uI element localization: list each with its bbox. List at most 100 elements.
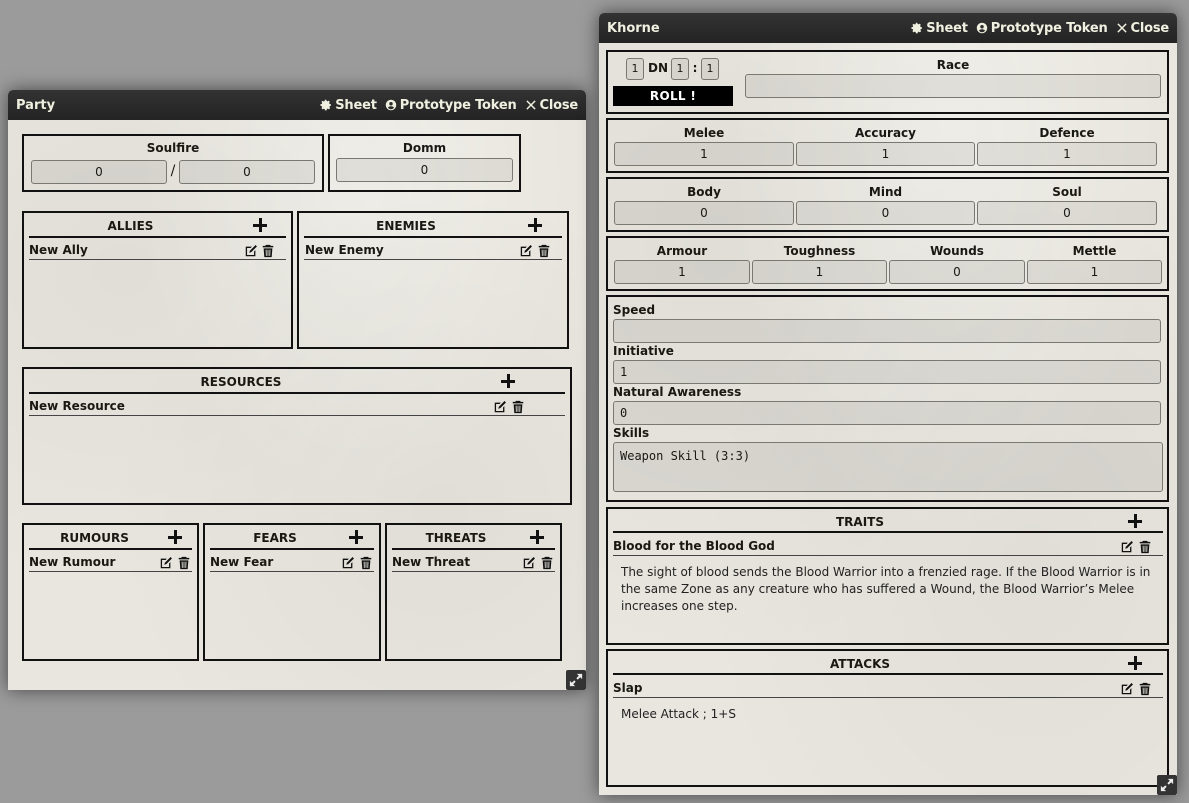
edit-trait-icon[interactable]	[1120, 539, 1134, 553]
edit-enemy-icon[interactable]	[519, 243, 533, 257]
wounds-label: Wounds	[930, 244, 984, 258]
edit-ally-icon[interactable]	[244, 243, 258, 257]
mind-input[interactable]: 0	[796, 201, 975, 225]
dice-count-input[interactable]: 1	[626, 58, 644, 80]
rumour-item-name[interactable]: New Rumour	[29, 555, 115, 569]
allies-title: ALLIES	[107, 219, 154, 233]
natural-awareness-input[interactable]: 0	[613, 401, 1161, 425]
skills-textarea[interactable]: Weapon Skill (3:3)	[613, 442, 1163, 492]
delete-fear-trash-icon[interactable]	[359, 555, 373, 569]
prototype-token-button[interactable]: Prototype Token	[976, 21, 1108, 36]
trait-description: The sight of blood sends the Blood Warri…	[621, 565, 1151, 613]
melee-label: Melee	[683, 126, 725, 140]
fear-item-name[interactable]: New Fear	[210, 555, 273, 569]
edit-fear-icon[interactable]	[341, 555, 355, 569]
enemy-item-name[interactable]: New Enemy	[305, 243, 384, 257]
close-button[interactable]: Close	[1116, 21, 1169, 36]
resource-row-line	[29, 415, 565, 416]
toughness-input[interactable]: 1	[752, 260, 887, 284]
wounds-input[interactable]: 0	[889, 260, 1025, 284]
sheet-button[interactable]: Sheet	[911, 21, 968, 36]
race-input[interactable]	[745, 74, 1161, 98]
delete-resource-trash-icon[interactable]	[511, 399, 525, 413]
delete-rumour-trash-icon[interactable]	[177, 555, 191, 569]
armour-input[interactable]: 1	[614, 260, 750, 284]
attack-item-name[interactable]: Slap	[613, 681, 642, 695]
dn-a-input[interactable]: 1	[671, 58, 689, 80]
trait-row-line	[613, 555, 1163, 556]
accuracy-input[interactable]: 1	[796, 142, 975, 166]
dn-colon: :	[692, 61, 698, 75]
fear-row-line	[210, 571, 374, 572]
close-label: Close	[539, 97, 579, 113]
accuracy-label: Accuracy	[854, 126, 916, 140]
edit-attack-icon[interactable]	[1120, 681, 1134, 695]
sheet-button[interactable]: Sheet	[320, 98, 377, 113]
prototype-token-label: Prototype Token	[399, 97, 517, 113]
trait-item-name[interactable]: Blood for the Blood God	[613, 539, 775, 553]
domm-input[interactable]: 0	[336, 158, 513, 182]
mind-label: Mind	[868, 185, 903, 199]
window-title: Khorne	[607, 20, 660, 36]
initiative-input[interactable]: 1	[613, 360, 1161, 384]
resource-item-name[interactable]: New Resource	[29, 399, 125, 413]
resize-icon	[1160, 778, 1174, 792]
close-button[interactable]: Close	[525, 98, 578, 113]
dn-b-input[interactable]: 1	[701, 58, 719, 80]
attack-row-line	[613, 697, 1163, 698]
add-enemy-plus-icon[interactable]	[528, 218, 542, 232]
rumour-row-line	[29, 571, 192, 572]
add-threat-plus-icon[interactable]	[530, 530, 544, 544]
mettle-input[interactable]: 1	[1027, 260, 1162, 284]
add-resource-plus-icon[interactable]	[501, 374, 515, 388]
traits-title: TRAITS	[835, 515, 884, 529]
roll-button[interactable]: ROLL !	[613, 86, 733, 106]
soulfire-current-input[interactable]: 0	[31, 160, 167, 184]
resize-handle[interactable]	[1157, 775, 1177, 795]
soulfire-label: Soulfire	[146, 141, 200, 155]
add-ally-plus-icon[interactable]	[253, 218, 267, 232]
delete-threat-trash-icon[interactable]	[540, 555, 554, 569]
rumours-divider	[29, 548, 192, 550]
add-rumour-plus-icon[interactable]	[168, 530, 182, 544]
prototype-token-label: Prototype Token	[990, 20, 1108, 36]
race-label: Race	[936, 58, 970, 72]
delete-ally-trash-icon[interactable]	[261, 243, 275, 257]
edit-resource-icon[interactable]	[493, 399, 507, 413]
soulfire-separator: /	[170, 163, 176, 179]
close-icon	[525, 99, 537, 111]
ally-item-name[interactable]: New Ally	[29, 243, 88, 257]
natural-awareness-label: Natural Awareness	[613, 385, 742, 399]
delete-attack-trash-icon[interactable]	[1138, 681, 1152, 695]
body-input[interactable]: 0	[614, 201, 794, 225]
defence-input[interactable]: 1	[977, 142, 1157, 166]
resources-divider	[29, 392, 565, 394]
close-icon	[1116, 22, 1128, 34]
speed-input[interactable]	[613, 319, 1161, 343]
edit-rumour-icon[interactable]	[159, 555, 173, 569]
gear-icon	[911, 22, 923, 34]
delete-enemy-trash-icon[interactable]	[537, 243, 551, 257]
add-trait-plus-icon[interactable]	[1128, 514, 1142, 528]
fears-title: FEARS	[253, 531, 297, 545]
domm-label: Domm	[402, 141, 447, 155]
user-circle-icon	[976, 22, 988, 34]
delete-trait-trash-icon[interactable]	[1138, 539, 1152, 553]
rumours-title: RUMOURS	[60, 531, 129, 545]
khorne-window: Khorne Sheet Prototype Token Close 1 DN …	[599, 13, 1177, 795]
party-window-header[interactable]: Party Sheet Prototype Token Close	[8, 90, 586, 120]
khorne-window-header[interactable]: Khorne Sheet Prototype Token Close	[599, 13, 1177, 43]
add-attack-plus-icon[interactable]	[1128, 656, 1142, 670]
threat-item-name[interactable]: New Threat	[392, 555, 470, 569]
attacks-divider	[613, 673, 1163, 675]
soulfire-max-input[interactable]: 0	[179, 160, 315, 184]
add-fear-plus-icon[interactable]	[349, 530, 363, 544]
attacks-title: ATTACKS	[829, 657, 891, 671]
melee-input[interactable]: 1	[614, 142, 794, 166]
resize-handle[interactable]	[566, 670, 586, 690]
dn-label: DN	[647, 61, 668, 75]
prototype-token-button[interactable]: Prototype Token	[385, 98, 517, 113]
soul-input[interactable]: 0	[977, 201, 1157, 225]
soul-label: Soul	[1052, 185, 1082, 199]
edit-threat-icon[interactable]	[522, 555, 536, 569]
